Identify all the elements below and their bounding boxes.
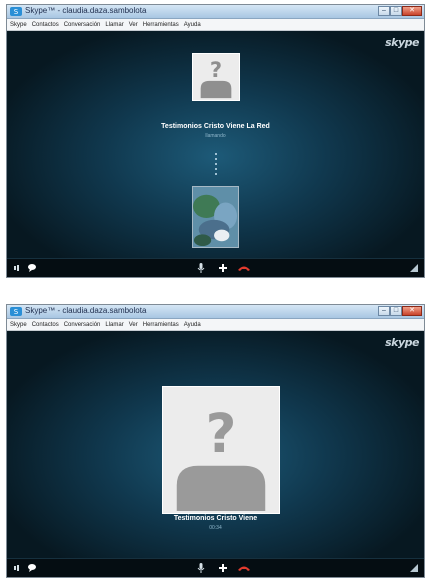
contact-avatar: ? — [162, 386, 280, 514]
contact-name: Testimonios Cristo Viene — [173, 515, 258, 522]
skype-logo: skype — [385, 36, 419, 49]
menu-llamar[interactable]: Llamar — [105, 322, 123, 328]
menu-skype[interactable]: Skype — [10, 22, 27, 28]
signal-icon — [409, 262, 419, 274]
window-title: Skype™ - claudia.daza.sambolota — [25, 6, 147, 15]
call-controls-bar — [7, 258, 424, 277]
maximize-button[interactable]: □ — [390, 306, 402, 316]
skype-window-in-call: S Skype™ - claudia.daza.sambolota – □ ✕ … — [6, 304, 425, 578]
self-video-preview — [192, 186, 239, 248]
menu-contactos[interactable]: Contactos — [32, 322, 59, 328]
unknown-person-icon: ? — [163, 387, 279, 513]
menu-bar: Skype Contactos Conversación Llamar Ver … — [7, 19, 424, 31]
menu-herramientas[interactable]: Herramientas — [143, 22, 179, 28]
chat-bubble-icon[interactable] — [27, 562, 37, 574]
menu-bar: Skype Contactos Conversación Llamar Ver … — [7, 319, 424, 331]
call-timer: 00:34 — [209, 525, 222, 531]
minimize-button[interactable]: – — [378, 6, 390, 16]
menu-herramientas[interactable]: Herramientas — [143, 322, 179, 328]
skype-logo: skype — [385, 336, 419, 349]
svg-text:?: ? — [210, 57, 222, 82]
unknown-person-icon: ? — [193, 54, 239, 100]
call-status: llamando — [205, 133, 226, 139]
signal-icon — [409, 562, 419, 574]
microphone-icon[interactable] — [197, 562, 205, 574]
menu-skype[interactable]: Skype — [10, 322, 27, 328]
svg-text:S: S — [14, 8, 19, 16]
title-bar: S Skype™ - claudia.daza.sambolota – □ ✕ — [7, 305, 424, 319]
call-controls-bar — [7, 558, 424, 577]
title-bar: S Skype™ - claudia.daza.sambolota – □ ✕ — [7, 5, 424, 19]
menu-conversacion[interactable]: Conversación — [64, 322, 101, 328]
maximize-button[interactable]: □ — [390, 6, 402, 16]
close-button[interactable]: ✕ — [402, 6, 422, 16]
call-stage: skype ? Testimonios Cristo Viene La Red … — [7, 31, 424, 259]
menu-ver[interactable]: Ver — [129, 322, 138, 328]
skype-window-calling: S Skype™ - claudia.daza.sambolota – □ ✕ … — [6, 4, 425, 278]
menu-ayuda[interactable]: Ayuda — [184, 322, 201, 328]
menu-ayuda[interactable]: Ayuda — [184, 22, 201, 28]
close-button[interactable]: ✕ — [402, 306, 422, 316]
connecting-dots — [214, 153, 218, 178]
volume-icon[interactable] — [13, 262, 23, 274]
volume-icon[interactable] — [13, 562, 23, 574]
menu-conversacion[interactable]: Conversación — [64, 22, 101, 28]
plus-icon[interactable] — [218, 562, 228, 574]
window-title: Skype™ - claudia.daza.sambolota — [25, 306, 147, 315]
skype-app-icon: S — [10, 7, 22, 16]
svg-text:?: ? — [206, 403, 237, 465]
chat-bubble-icon[interactable] — [27, 262, 37, 274]
svg-text:S: S — [14, 308, 19, 316]
contact-name: Testimonios Cristo Viene La Red — [161, 123, 270, 130]
contact-avatar: ? — [192, 53, 240, 101]
hang-up-icon[interactable] — [237, 262, 251, 274]
hang-up-icon[interactable] — [237, 562, 251, 574]
minimize-button[interactable]: – — [378, 306, 390, 316]
menu-contactos[interactable]: Contactos — [32, 22, 59, 28]
menu-ver[interactable]: Ver — [129, 22, 138, 28]
call-stage: skype ? Testimonios Cristo Viene 00:34 — [7, 331, 424, 559]
plus-icon[interactable] — [218, 262, 228, 274]
microphone-icon[interactable] — [197, 262, 205, 274]
skype-app-icon: S — [10, 307, 22, 316]
menu-llamar[interactable]: Llamar — [105, 22, 123, 28]
